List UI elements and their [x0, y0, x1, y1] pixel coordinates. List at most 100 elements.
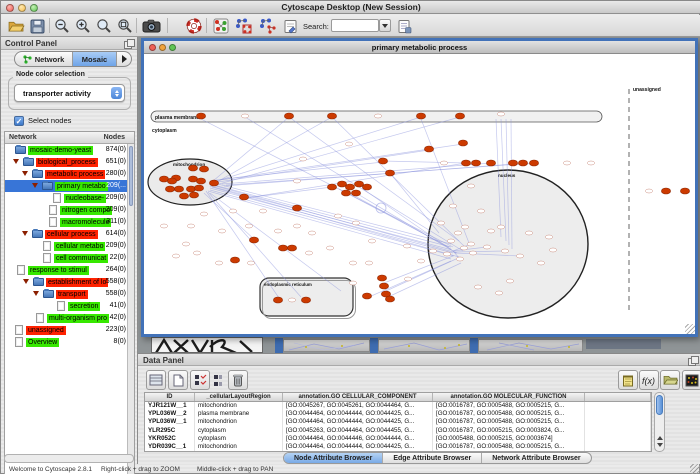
table-row[interactable]: YLR295Ccytoplasm[GO:0045263, GO:0044464,…: [145, 427, 651, 435]
network-node[interactable]: [278, 245, 287, 251]
table-column-header[interactable]: annotation.GO MOLECULAR_FUNCTION: [433, 393, 585, 401]
network-node-small[interactable]: [429, 249, 436, 253]
expand-arrow-icon[interactable]: [23, 279, 29, 284]
notepad-button[interactable]: [618, 370, 638, 390]
table-row[interactable]: YPL036W__2plasma membrane[GO:0044464, GO…: [145, 410, 651, 418]
destroy-network-view-button[interactable]: [234, 17, 253, 35]
network-node[interactable]: [362, 293, 371, 299]
network-node[interactable]: [661, 188, 670, 194]
network-node-small[interactable]: [259, 209, 266, 213]
network-graph[interactable]: plasma membrane cytoplasm mitochondrion …: [144, 54, 695, 334]
network-node[interactable]: [230, 257, 239, 263]
network-node[interactable]: [196, 113, 205, 119]
network-node[interactable]: [377, 275, 386, 281]
formula-builder-button[interactable]: f(x): [639, 370, 659, 390]
network-node[interactable]: [529, 160, 538, 166]
network-node-small[interactable]: [200, 212, 207, 216]
network-node[interactable]: [424, 146, 433, 152]
network-node-small[interactable]: [374, 114, 381, 118]
node-color-dropdown[interactable]: transporter activity: [14, 84, 125, 102]
network-node[interactable]: [165, 186, 174, 192]
network-node-small[interactable]: [241, 114, 248, 118]
open-file-button[interactable]: [7, 17, 26, 35]
import-attributes-button[interactable]: [660, 370, 680, 390]
network-node-small[interactable]: [404, 277, 411, 281]
network-node-small[interactable]: [645, 189, 652, 193]
network-canvas[interactable]: plasma membrane cytoplasm mitochondrion …: [144, 54, 695, 334]
network-node-small[interactable]: [497, 225, 504, 229]
network-node[interactable]: [167, 178, 176, 184]
network-node[interactable]: [249, 237, 258, 243]
network-node-small[interactable]: [447, 239, 454, 243]
expand-arrow-icon[interactable]: [33, 291, 39, 296]
table-scrollbar[interactable]: [654, 392, 665, 452]
network-node[interactable]: [179, 193, 188, 199]
network-node[interactable]: [351, 190, 360, 196]
network-node[interactable]: [327, 113, 336, 119]
expand-arrow-icon[interactable]: [22, 231, 28, 236]
tree-row[interactable]: establishment of lo558(0): [5, 276, 129, 288]
create-network-view-button[interactable]: [211, 17, 230, 35]
network-node-small[interactable]: [487, 229, 494, 233]
tree-row[interactable]: biological_process651(0): [5, 156, 129, 168]
network-node[interactable]: [209, 180, 218, 186]
network-node-small[interactable]: [545, 235, 552, 239]
network-node[interactable]: [455, 113, 464, 119]
select-nodes-checkbox[interactable]: ✓: [14, 116, 24, 126]
annotation-button[interactable]: [281, 17, 300, 35]
network-node-small[interactable]: [215, 261, 222, 265]
network-node-small[interactable]: [537, 261, 544, 265]
table-row[interactable]: YPL036W__1mitochondrion[GO:0044464, GO:0…: [145, 418, 651, 426]
network-node-small[interactable]: [440, 161, 447, 165]
tree-scrollbar[interactable]: [127, 144, 134, 474]
network-node-small[interactable]: [172, 254, 179, 258]
zoom-in-button[interactable]: [73, 17, 92, 35]
scroll-up-icon[interactable]: [657, 436, 663, 440]
network-node-small[interactable]: [443, 252, 450, 256]
network-node-small[interactable]: [299, 157, 306, 161]
network-node-small[interactable]: [469, 251, 476, 255]
network-node-small[interactable]: [449, 204, 456, 208]
table-scrollbar-thumb[interactable]: [656, 395, 663, 415]
tab-node-attribute-browser[interactable]: Node Attribute Browser: [284, 453, 383, 463]
attribute-table-header[interactable]: ID_cellularLayoutRegionannotation.GO CEL…: [144, 392, 652, 402]
network-node-small[interactable]: [497, 112, 504, 116]
background-window-fragment[interactable]: [586, 339, 661, 349]
delete-attributes-button[interactable]: [190, 370, 210, 390]
tree-row[interactable]: primary metabo209(...: [5, 180, 129, 192]
network-node-small[interactable]: [182, 242, 189, 246]
network-node-small[interactable]: [506, 279, 513, 283]
tab-network[interactable]: Network: [15, 52, 73, 66]
network-node[interactable]: [301, 297, 310, 303]
frame-resize-grip[interactable]: [685, 324, 695, 334]
network-node[interactable]: [458, 140, 467, 146]
attribute-matrix-dark-button[interactable]: [682, 370, 700, 390]
tree-row[interactable]: nucleobase-209(0): [5, 192, 129, 204]
network-node-small[interactable]: [516, 254, 523, 258]
network-node-small[interactable]: [305, 251, 312, 255]
tab-edge-attribute-browser[interactable]: Edge Attribute Browser: [383, 453, 482, 463]
search-index-button[interactable]: [395, 17, 414, 35]
tree-row[interactable]: metabolic process280(0): [5, 168, 129, 180]
network-node-small[interactable]: [437, 221, 444, 225]
save-session-button[interactable]: [28, 17, 47, 35]
tree-row[interactable]: transport558(0): [5, 288, 129, 300]
search-input[interactable]: [331, 19, 379, 32]
network-node[interactable]: [518, 160, 527, 166]
network-tree-header[interactable]: Network Nodes: [5, 132, 134, 144]
tree-row[interactable]: mosaic-demo-yeast874(0): [5, 144, 129, 156]
background-window-titlebar[interactable]: [378, 339, 470, 352]
snapshot-button[interactable]: [140, 17, 162, 35]
expand-arrow-icon[interactable]: [13, 159, 19, 164]
network-node-small[interactable]: [352, 221, 359, 225]
tab-network-attribute-browser[interactable]: Network Attribute Browser: [482, 453, 590, 463]
table-row[interactable]: YDR039C__1mitochondrion[GO:0044464, GO:0…: [145, 443, 651, 451]
network-node[interactable]: [284, 113, 293, 119]
network-node-small[interactable]: [293, 179, 300, 183]
tree-row[interactable]: multi-organism pro42(0): [5, 312, 129, 324]
network-node-small[interactable]: [563, 161, 570, 165]
network-node-small[interactable]: [187, 224, 194, 228]
background-window-edge[interactable]: [275, 338, 283, 353]
delete-row-button[interactable]: [228, 370, 248, 390]
destroy-network-button[interactable]: [258, 17, 277, 35]
